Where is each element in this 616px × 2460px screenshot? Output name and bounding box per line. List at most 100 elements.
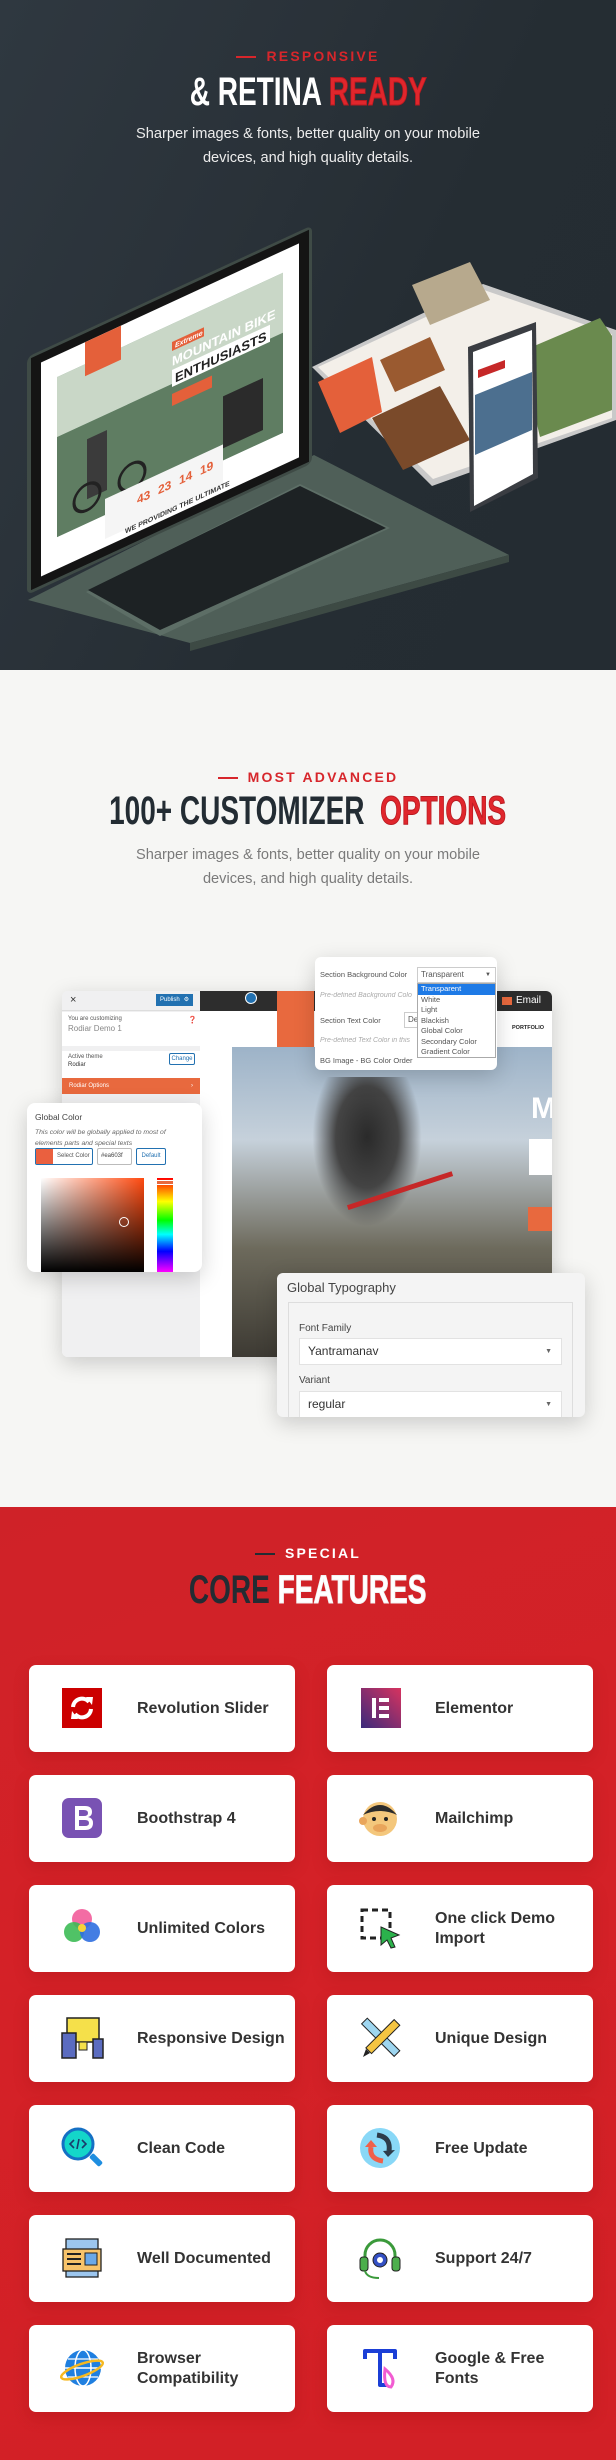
feature-card: Browser Compatibility xyxy=(29,2325,295,2412)
pencil-ruler-icon xyxy=(360,2017,401,2058)
color-saturation-area[interactable] xyxy=(41,1178,144,1272)
section-settings-panel: Section Background Color Transparent ▼ Pr… xyxy=(315,957,497,1070)
feature-card: Clean Code xyxy=(29,2105,295,2192)
dropdown-option[interactable]: White xyxy=(418,995,495,1006)
feature-card: Elementor xyxy=(327,1665,593,1752)
devices-mockup: Extreme MOUNTAIN BIKE ENTHUSIASTS 43 23 … xyxy=(27,227,616,651)
variant-label: Variant xyxy=(299,1375,330,1386)
tablet-mockup xyxy=(312,262,616,486)
global-typography-panel: Global Typography Font Family Yantramana… xyxy=(277,1273,585,1417)
caret-down-icon: ▼ xyxy=(485,972,491,978)
feature-label: Browser Compatibility xyxy=(137,2349,239,2387)
dropdown-option[interactable]: Blackish xyxy=(418,1016,495,1027)
hue-slider[interactable] xyxy=(157,1178,173,1272)
headset-support-icon xyxy=(359,2238,401,2279)
feature-card: Google & Free Fonts xyxy=(327,2325,593,2412)
font-family-value: Yantramanav xyxy=(308,1344,379,1358)
dropdown-option[interactable]: Gradient Color xyxy=(418,1047,495,1058)
global-color-panel: Global Color This color will be globally… xyxy=(27,1103,202,1272)
features-title: CORE FEATURES xyxy=(0,1568,616,1612)
chevron-right-icon: › xyxy=(191,1083,193,1089)
feature-label: Clean Code xyxy=(137,2139,226,2157)
feature-label: Unlimited Colors xyxy=(137,1919,266,1937)
customizing-label: You are customizing xyxy=(68,1016,122,1022)
bg-order-label: BG Image - BG Color Order xyxy=(320,1056,413,1065)
hue-slider-handle[interactable] xyxy=(156,1180,174,1185)
feature-label: One click Demo Import xyxy=(435,1909,556,1947)
feature-label: Revolution Slider xyxy=(137,1699,269,1717)
options-label: Rodiar Options xyxy=(69,1083,110,1089)
features-eyebrow: SPECIAL xyxy=(0,1545,616,1561)
colors-icon xyxy=(64,1909,100,1942)
edit-shortcut-icon[interactable] xyxy=(245,992,257,1004)
feature-label: Google & Free Fonts xyxy=(435,2349,545,2387)
caret-down-icon: ▼ xyxy=(545,1348,552,1355)
rodiar-options-item[interactable]: Rodiar Options › xyxy=(62,1078,200,1094)
feature-card: Boothstrap 4 xyxy=(29,1775,295,1862)
customizer-title: 100+ CUSTOMIZER OPTIONS xyxy=(0,789,616,833)
close-button[interactable]: × xyxy=(70,994,76,1006)
color-swatch xyxy=(36,1149,53,1164)
feature-label: Mailchimp xyxy=(435,1809,514,1827)
feature-card: Unique Design xyxy=(327,1995,593,2082)
font-family-select[interactable]: Yantramanav ▼ xyxy=(299,1338,562,1365)
publish-button[interactable]: Publish ⚙ xyxy=(156,994,193,1006)
title-solid: CORE xyxy=(189,1568,271,1612)
font-icon xyxy=(363,2349,397,2389)
publish-label: Publish xyxy=(160,997,180,1003)
elementor-icon xyxy=(361,1688,401,1728)
gear-icon: ⚙ xyxy=(183,997,190,1003)
help-icon[interactable]: ❓ xyxy=(188,1016,197,1024)
feature-card: Mailchimp xyxy=(327,1775,593,1862)
text-color-label: Section Text Color xyxy=(320,1016,381,1025)
feature-label: Unique Design xyxy=(435,2029,548,2047)
email-link[interactable]: Email xyxy=(516,995,541,1007)
features-section: SPECIAL CORE FEATURES xyxy=(0,1507,616,2460)
revolution-slider-icon xyxy=(62,1688,102,1728)
hex-input[interactable]: #ea603f xyxy=(97,1148,132,1165)
title-outline: FEATURES xyxy=(277,1568,428,1612)
select-color-label: Select Color xyxy=(57,1153,90,1159)
feature-card: Responsive Design xyxy=(29,1995,295,2082)
color-picker-handle[interactable] xyxy=(119,1217,129,1227)
bg-hint: Pre-defined Background Colo xyxy=(320,992,412,999)
bg-color-value: Transparent xyxy=(421,970,464,979)
feature-label: Boothstrap 4 xyxy=(137,1809,236,1827)
bg-color-dropdown: Transparent White Light Blackish Global … xyxy=(417,983,496,1058)
dropdown-option[interactable]: Light xyxy=(418,1005,495,1016)
eyebrow-text: SPECIAL xyxy=(284,1545,362,1561)
dropdown-option[interactable]: Transparent xyxy=(418,984,495,995)
responsive-devices-icon xyxy=(61,2017,104,2059)
typography-title: Global Typography xyxy=(287,1280,396,1295)
update-arrows-icon xyxy=(360,2128,400,2168)
feature-label: Support 24/7 xyxy=(435,2249,532,2267)
caret-down-icon: ▼ xyxy=(545,1401,552,1408)
select-color-button[interactable]: Select Color xyxy=(35,1148,93,1165)
code-magnifier-icon xyxy=(61,2127,103,2167)
active-theme-label: Active theme xyxy=(68,1054,103,1060)
eyebrow-dash xyxy=(254,1553,275,1556)
feature-card: Revolution Slider xyxy=(29,1665,295,1752)
feature-card: Free Update xyxy=(327,2105,593,2192)
title-solid: 100+ CUSTOMIZER xyxy=(109,789,365,833)
feature-card: Well Documented xyxy=(29,2215,295,2302)
customizer-eyebrow: MOST ADVANCED xyxy=(0,769,616,785)
feature-label: Elementor xyxy=(435,1699,514,1717)
responsive-section: RESPONSIVE & RETINA READY Sharper images… xyxy=(0,0,616,670)
title-outline: OPTIONS xyxy=(380,789,507,833)
variant-value: regular xyxy=(308,1397,346,1411)
change-theme-button[interactable]: Change xyxy=(169,1053,195,1065)
nav-portfolio[interactable]: PORTFOLIO xyxy=(512,1025,544,1031)
default-button[interactable]: Default xyxy=(136,1148,166,1165)
eyebrow-dash xyxy=(217,777,238,780)
demo-import-icon xyxy=(360,1908,401,1949)
text-hint: Pre-defined Text Color in this xyxy=(320,1037,411,1044)
dropdown-option[interactable]: Global Color xyxy=(418,1026,495,1037)
font-family-label: Font Family xyxy=(299,1323,352,1334)
dropdown-option[interactable]: Secondary Color xyxy=(418,1037,495,1048)
bg-color-select[interactable]: Transparent ▼ xyxy=(417,967,496,983)
bg-color-label: Section Background Color xyxy=(320,970,408,979)
variant-select[interactable]: regular ▼ xyxy=(299,1391,562,1417)
documentation-icon xyxy=(62,2238,102,2278)
global-color-description: This color will be globally applied to m… xyxy=(35,1129,166,1147)
